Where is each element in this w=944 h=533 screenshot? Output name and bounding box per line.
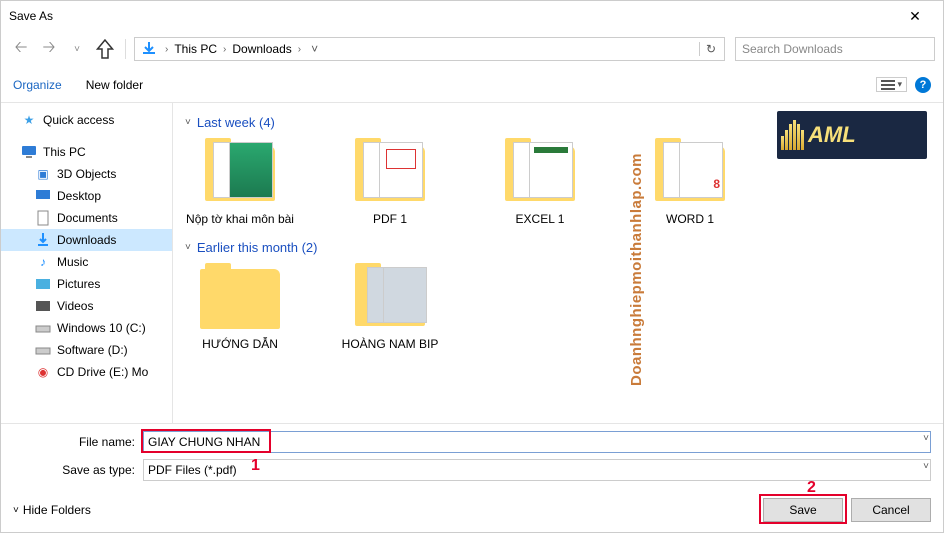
address-bar: 🡠 🡢 ˅ › This PC › Downloads › ˅ ↻ Search… [1,31,943,67]
sidebar-desktop[interactable]: Desktop [1,185,172,207]
folder-item[interactable]: HOÀNG NAM BIP [335,263,445,351]
sidebar-documents[interactable]: Documents [1,207,172,229]
chevron-down-icon: ˅ [185,242,191,253]
monitor-icon [21,144,37,160]
annotation-marker-2: 2 [807,479,816,497]
folder-item[interactable]: HƯỚNG DẪN [185,263,295,351]
back-button[interactable]: 🡠 [9,37,33,61]
title-bar: Save As ✕ [1,1,943,31]
chevron-down-icon: ˅ [13,505,19,516]
sidebar-pictures[interactable]: Pictures [1,273,172,295]
download-folder-icon [141,41,157,57]
chevron-right-icon: › [294,44,305,55]
savetype-label: Save as type: [13,463,143,477]
cube-icon: ▣ [35,166,51,182]
sidebar-downloads[interactable]: Downloads [1,229,172,251]
help-button[interactable]: ? [915,77,931,93]
dialog-buttons: ˅ Hide Folders Save Cancel [1,490,943,530]
desktop-icon [35,188,51,204]
sidebar-3d-objects[interactable]: ▣3D Objects [1,163,172,185]
sidebar-drive-c[interactable]: Windows 10 (C:) [1,317,172,339]
search-input[interactable]: Search Downloads [735,37,935,61]
breadcrumb-downloads[interactable]: Downloads [230,42,293,56]
download-icon [35,232,51,248]
chevron-down-icon: ˅ [185,117,191,128]
forward-button: 🡢 [37,37,61,61]
recent-dropdown[interactable]: ˅ [65,37,89,61]
sidebar-quick-access[interactable]: ★ Quick access [1,109,172,131]
savetype-combo[interactable]: PDF Files (*.pdf) [143,459,931,481]
sidebar-cd-drive[interactable]: ◉CD Drive (E:) Mo [1,361,172,383]
list-icon [881,80,895,90]
folder-item[interactable]: Nộp tờ khai môn bài [185,138,295,226]
group-earlier[interactable]: ˅ Earlier this month (2) [185,240,931,255]
navigation-sidebar: ★ Quick access This PC ▣3D Objects Deskt… [1,103,173,423]
folder-item[interactable]: 8 WORD 1 [635,138,745,226]
star-icon: ★ [21,112,37,128]
save-fields: File name: ˅ Save as type: PDF Files (*.… [1,423,943,490]
videos-icon [35,298,51,314]
hide-folders-toggle[interactable]: ˅ Hide Folders [13,503,91,517]
chevron-right-icon: › [161,44,172,55]
drive-icon [35,342,51,358]
refresh-button[interactable]: ↻ [699,42,722,56]
watermark-text: Doanhnghiepmoithanhlap.com [628,153,645,386]
aml-logo: AML [777,111,927,159]
new-folder-button[interactable]: New folder [86,78,143,92]
breadcrumb[interactable]: › This PC › Downloads › ˅ ↻ [134,37,725,61]
up-button[interactable] [93,37,117,61]
sidebar-videos[interactable]: Videos [1,295,172,317]
toolbar: Organize New folder ▾ ? [1,67,943,103]
pictures-icon [35,276,51,292]
document-icon [35,210,51,226]
annotation-marker-1: 1 [251,457,260,475]
breadcrumb-thispc[interactable]: This PC [172,42,219,56]
view-options-button[interactable]: ▾ [876,77,907,92]
filename-input[interactable] [143,431,931,453]
sidebar-music[interactable]: ♪Music [1,251,172,273]
folder-item[interactable]: EXCEL 1 [485,138,595,226]
savetype-dropdown[interactable]: ˅ [923,461,929,472]
close-button[interactable]: ✕ [895,8,935,25]
window-title: Save As [9,9,895,23]
filename-label: File name: [13,435,143,449]
sidebar-drive-d[interactable]: Software (D:) [1,339,172,361]
cancel-button[interactable]: Cancel [851,498,931,522]
drive-icon [35,320,51,336]
save-button[interactable]: Save [763,498,843,522]
organize-menu[interactable]: Organize [13,78,62,92]
breadcrumb-dropdown[interactable]: ˅ [305,42,324,56]
sidebar-this-pc[interactable]: This PC [1,141,172,163]
cd-icon: ◉ [35,364,51,380]
chevron-right-icon: › [219,44,230,55]
music-icon: ♪ [35,254,51,270]
folder-item[interactable]: PDF 1 [335,138,445,226]
filename-dropdown[interactable]: ˅ [923,433,929,444]
search-placeholder: Search Downloads [742,42,843,56]
